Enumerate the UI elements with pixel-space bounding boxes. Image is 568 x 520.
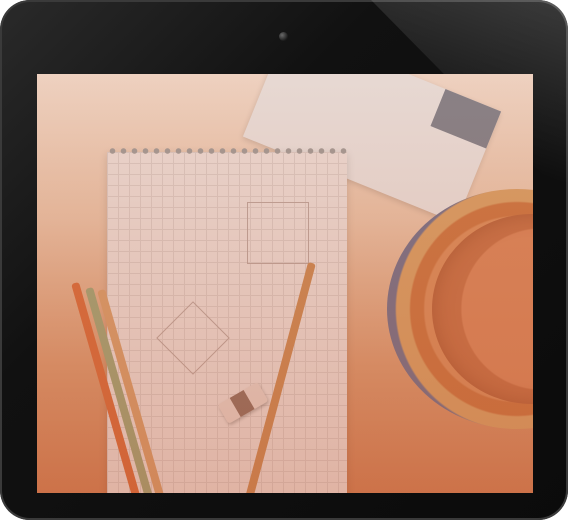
tablet-screen bbox=[37, 74, 533, 493]
camera-icon bbox=[279, 32, 288, 41]
screen-tint-overlay bbox=[37, 74, 533, 493]
tablet-device bbox=[0, 0, 568, 520]
